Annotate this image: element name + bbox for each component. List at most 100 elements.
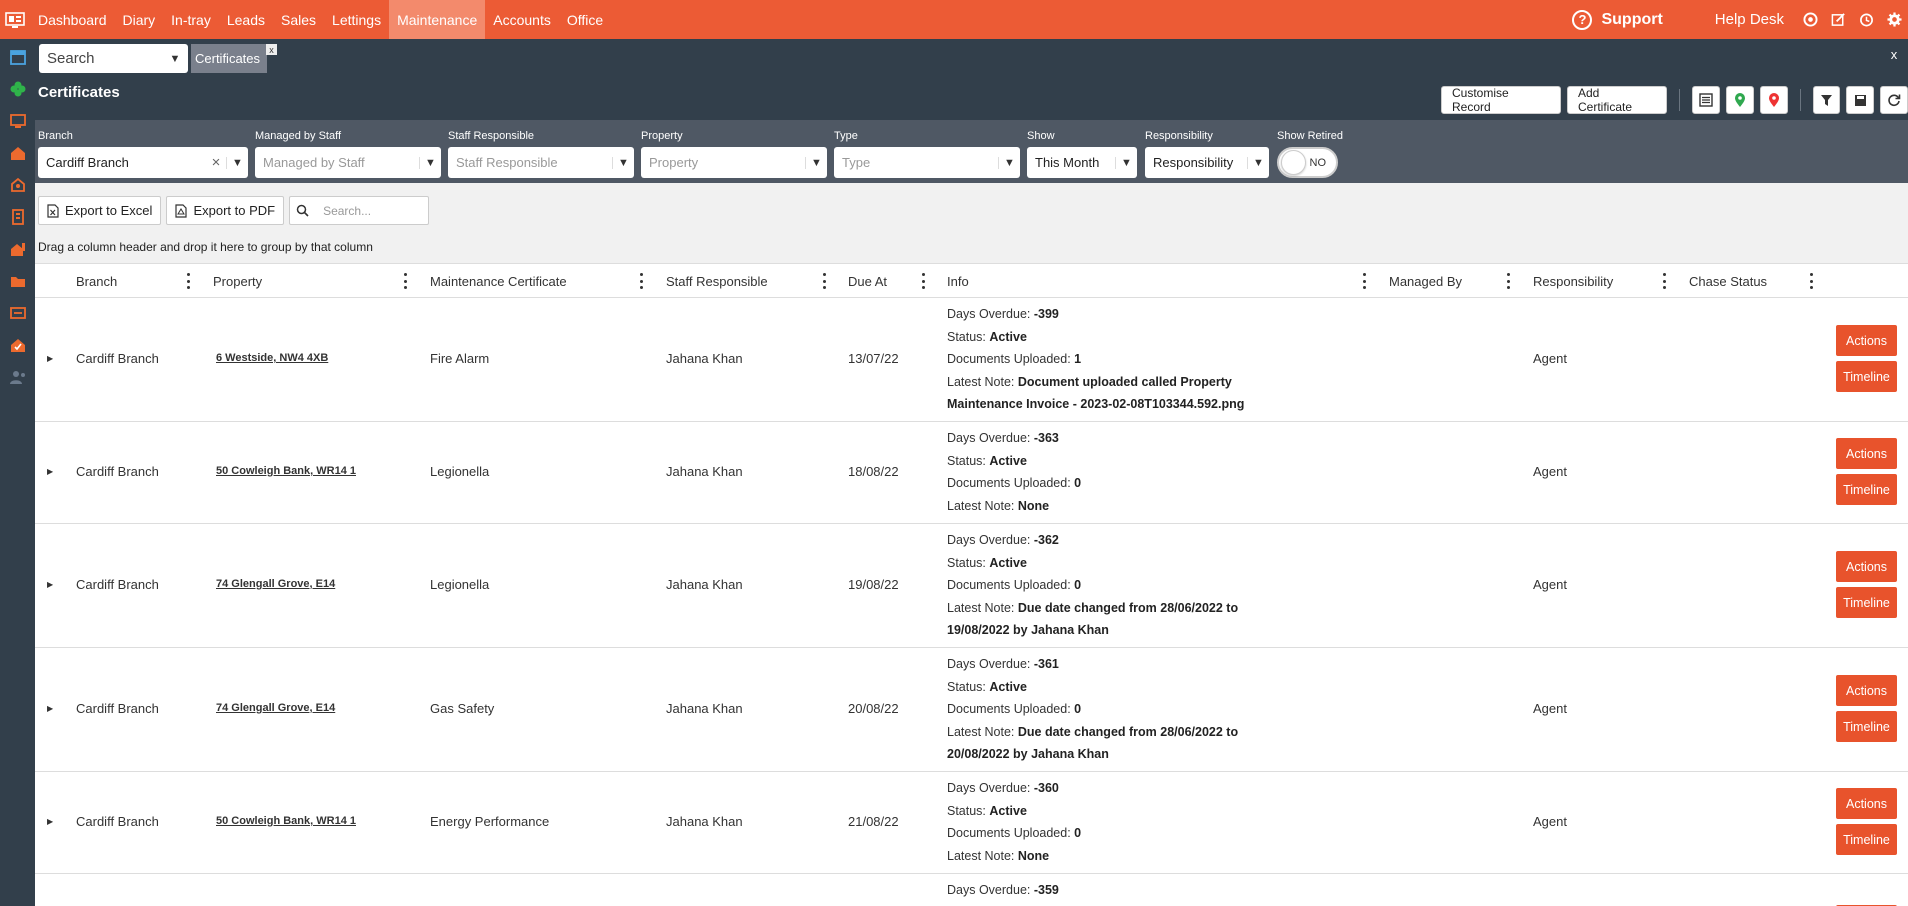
clover-icon[interactable] — [0, 75, 35, 103]
column-header-due-at[interactable]: Due At — [848, 264, 887, 298]
grid-search-input[interactable]: Search... — [289, 196, 430, 225]
expand-row-icon[interactable]: ▶ — [47, 467, 53, 476]
calendar-icon[interactable] — [0, 43, 35, 71]
chevron-down-icon[interactable]: ▼ — [612, 156, 634, 169]
timeline-button[interactable]: Timeline — [1836, 474, 1897, 505]
column-header-property[interactable]: Property — [213, 264, 262, 298]
timeline-button[interactable]: Timeline — [1836, 711, 1897, 742]
actions-button[interactable]: Actions — [1836, 325, 1897, 356]
nav-diary[interactable]: Diary — [115, 0, 164, 39]
column-header-certificate[interactable]: Maintenance Certificate — [430, 264, 567, 298]
column-menu-icon[interactable] — [639, 273, 643, 289]
responsibility-select[interactable]: Responsibility ▼ — [1145, 147, 1269, 178]
nav-office[interactable]: Office — [559, 0, 611, 39]
actions-button[interactable]: Actions — [1836, 438, 1897, 469]
certificate-check-icon[interactable] — [0, 331, 35, 359]
filter-icon[interactable] — [1812, 86, 1841, 114]
expand-row-icon[interactable]: ▶ — [47, 817, 53, 826]
table-row[interactable]: ▶ Cardiff Branch 6 Westside, NW4 4XB Fir… — [35, 298, 1908, 422]
chevron-down-icon[interactable]: ▼ — [1115, 156, 1137, 169]
cell-property-link[interactable]: 50 Cowleigh Bank, WR14 1 — [216, 465, 356, 477]
managed-by-select[interactable]: Managed by Staff ▼ — [255, 147, 441, 178]
actions-button[interactable]: Actions — [1836, 675, 1897, 706]
user-settings-icon[interactable] — [0, 363, 35, 391]
app-logo-icon[interactable] — [0, 0, 30, 39]
nav-dashboard[interactable]: Dashboard — [30, 0, 115, 39]
chevron-down-icon[interactable]: ▼ — [805, 156, 827, 169]
folder-icon[interactable] — [0, 267, 35, 295]
save-icon[interactable] — [1846, 86, 1875, 114]
column-menu-icon[interactable] — [186, 273, 190, 289]
table-row[interactable]: ▶ Cardiff Branch 50 Cowleigh Bank, WR14 … — [35, 422, 1908, 524]
column-header-staff[interactable]: Staff Responsible — [666, 264, 768, 298]
cell-property-link[interactable]: 50 Cowleigh Bank, WR14 1 — [216, 815, 356, 827]
actions-button[interactable]: Actions — [1836, 551, 1897, 582]
refresh-icon[interactable] — [1880, 86, 1908, 114]
lifebuoy-icon[interactable] — [1796, 0, 1824, 39]
edit-icon[interactable] — [1824, 0, 1852, 39]
close-tab-icon[interactable]: x — [266, 44, 278, 55]
nav-in-tray[interactable]: In-tray — [163, 0, 219, 39]
cell-property-link[interactable]: 74 Glengall Grove, E14 — [216, 578, 335, 590]
show-retired-toggle[interactable]: NO — [1277, 147, 1338, 178]
show-select[interactable]: This Month ▼ — [1027, 147, 1137, 178]
nav-accounts[interactable]: Accounts — [485, 0, 559, 39]
column-menu-icon[interactable] — [403, 273, 407, 289]
branch-select[interactable]: Cardiff Branch × ▼ — [38, 147, 248, 178]
expand-row-icon[interactable]: ▶ — [47, 354, 53, 363]
help-desk-link[interactable]: Help Desk — [1715, 11, 1784, 28]
column-header-branch[interactable]: Branch — [76, 264, 117, 298]
table-row[interactable]: ▶ Cardiff Branch 50 Cowleigh Bank, WR14 … — [35, 772, 1908, 874]
support-link[interactable]: ? Support — [1572, 9, 1663, 30]
nav-maintenance[interactable]: Maintenance — [389, 0, 486, 39]
map-pin-green-icon[interactable] — [1725, 86, 1754, 114]
close-window-icon[interactable]: x — [1884, 43, 1904, 65]
chevron-down-icon[interactable]: ▼ — [419, 156, 441, 169]
expand-row-icon[interactable]: ▶ — [47, 580, 53, 589]
table-row[interactable]: ▶ Cardiff Branch 74 Glengall Grove, E14 … — [35, 648, 1908, 772]
column-menu-icon[interactable] — [1506, 273, 1510, 289]
column-header-managed-by[interactable]: Managed By — [1389, 264, 1462, 298]
table-row[interactable]: ▶ Cardiff Branch 74 Glengall Grove, E14 … — [35, 524, 1908, 648]
timer-icon[interactable] — [1852, 0, 1880, 39]
column-header-responsibility[interactable]: Responsibility — [1533, 264, 1613, 298]
monitor-icon[interactable] — [0, 107, 35, 135]
cell-property-link[interactable]: 74 Glengall Grove, E14 — [216, 702, 335, 714]
export-pdf-button[interactable]: Export to PDF — [166, 196, 285, 225]
property-tools-icon[interactable] — [0, 235, 35, 263]
customise-record-button[interactable]: Customise Record — [1441, 86, 1561, 114]
chevron-down-icon[interactable]: ▼ — [1247, 156, 1269, 169]
property-select[interactable]: Property ▼ — [641, 147, 827, 178]
actions-button[interactable]: Actions — [1836, 788, 1897, 819]
home-search-icon[interactable] — [0, 171, 35, 199]
map-pin-red-icon[interactable] — [1759, 86, 1788, 114]
list-view-icon[interactable] — [1692, 86, 1720, 114]
nav-lettings[interactable]: Lettings — [324, 0, 389, 39]
cell-property-link[interactable]: 6 Westside, NW4 4XB — [216, 352, 328, 364]
chevron-down-icon[interactable]: ▼ — [162, 53, 188, 65]
transfer-icon[interactable] — [0, 299, 35, 327]
column-menu-icon[interactable] — [1362, 273, 1366, 289]
timeline-button[interactable]: Timeline — [1836, 587, 1897, 618]
type-select[interactable]: Type ▼ — [834, 147, 1020, 178]
house-icon[interactable] — [0, 139, 35, 167]
global-search-select[interactable]: Search ▼ — [39, 44, 188, 73]
expand-row-icon[interactable]: ▶ — [47, 704, 53, 713]
building-icon[interactable] — [0, 203, 35, 231]
column-header-info[interactable]: Info — [947, 264, 969, 298]
column-menu-icon[interactable] — [1809, 273, 1813, 289]
tab-certificates[interactable]: Certificates x — [191, 44, 278, 73]
chevron-down-icon[interactable]: ▼ — [226, 156, 248, 169]
column-menu-icon[interactable] — [1662, 273, 1666, 289]
column-menu-icon[interactable] — [921, 273, 925, 289]
column-header-chase-status[interactable]: Chase Status — [1689, 264, 1767, 298]
nav-leads[interactable]: Leads — [219, 0, 273, 39]
column-menu-icon[interactable] — [822, 273, 826, 289]
gear-icon[interactable] — [1880, 0, 1908, 39]
chevron-down-icon[interactable]: ▼ — [998, 156, 1020, 169]
timeline-button[interactable]: Timeline — [1836, 361, 1897, 392]
add-certificate-button[interactable]: Add Certificate — [1567, 86, 1668, 114]
table-row[interactable]: Days Overdue: -359 — [35, 874, 1908, 906]
export-excel-button[interactable]: Export to Excel — [38, 196, 162, 225]
clear-icon[interactable]: × — [206, 154, 226, 171]
